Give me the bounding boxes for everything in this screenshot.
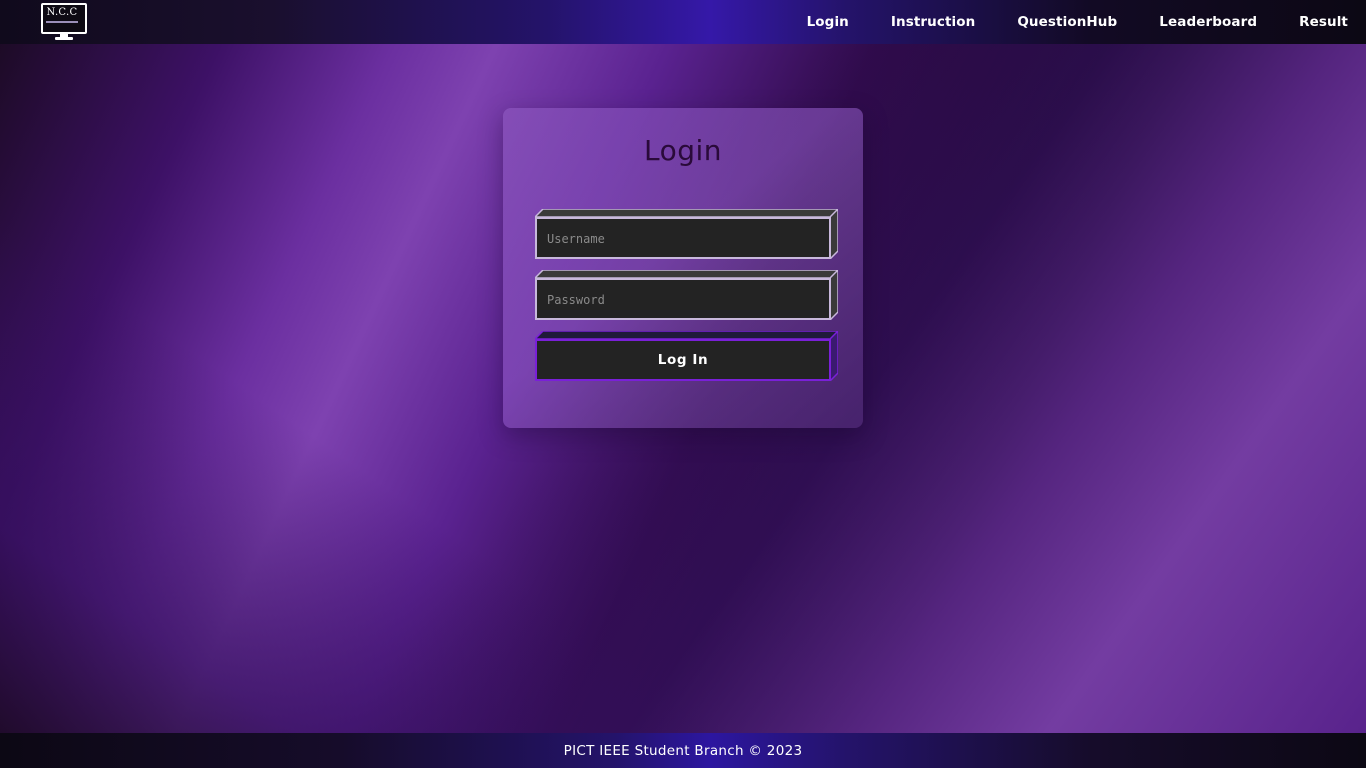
logo-text: N.C.C [46, 7, 78, 18]
login-button-top-face [535, 331, 838, 339]
login-button-front[interactable]: Log In [535, 339, 831, 381]
login-button[interactable]: Log In [535, 331, 838, 381]
top-navbar: N.C.C Login Instruction QuestionHub Lead… [0, 0, 1366, 44]
monitor-base-icon [55, 37, 73, 40]
nav-link-instruction[interactable]: Instruction [891, 14, 975, 30]
username-field[interactable] [535, 209, 838, 259]
login-button-side-face [830, 331, 838, 381]
password-field-top-face [535, 270, 838, 278]
nav-link-login[interactable]: Login [807, 14, 849, 30]
username-input[interactable] [547, 229, 817, 249]
nav-link-result[interactable]: Result [1299, 14, 1348, 30]
login-button-label: Log In [657, 352, 709, 368]
username-field-top-face [535, 209, 838, 217]
login-card: Login Log In [503, 108, 863, 428]
ncc-logo[interactable]: N.C.C [41, 3, 87, 40]
password-field[interactable] [535, 270, 838, 320]
password-field-front [535, 278, 831, 320]
password-input[interactable] [547, 290, 817, 310]
nav-link-leaderboard[interactable]: Leaderboard [1159, 14, 1257, 30]
password-field-side-face [830, 270, 838, 320]
footer: PICT IEEE Student Branch © 2023 [0, 733, 1366, 768]
nav-link-questionhub[interactable]: QuestionHub [1017, 14, 1117, 30]
logo-subtitle-line [46, 21, 78, 23]
nav-links: Login Instruction QuestionHub Leaderboar… [765, 0, 1348, 44]
username-field-side-face [830, 209, 838, 259]
username-field-front [535, 217, 831, 259]
login-title: Login [643, 134, 723, 167]
footer-text: PICT IEEE Student Branch © 2023 [563, 742, 803, 759]
